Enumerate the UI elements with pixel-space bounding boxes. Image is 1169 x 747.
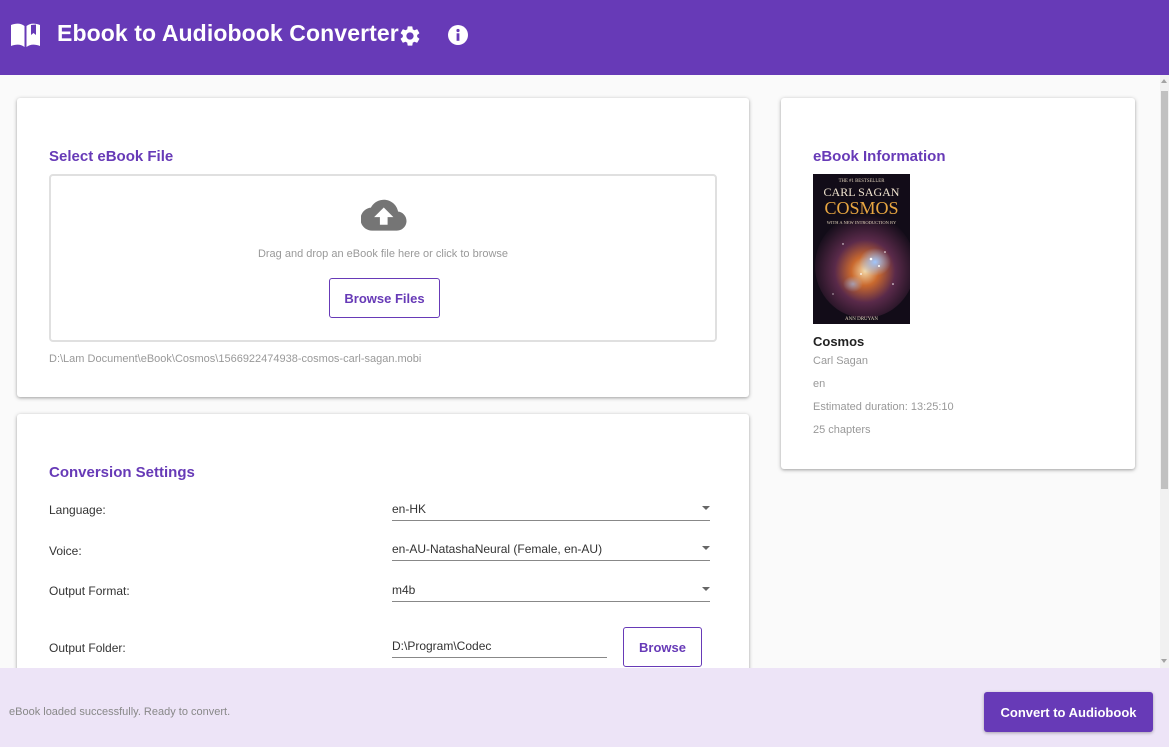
estimated-duration: Estimated duration: 13:25:10 bbox=[813, 401, 954, 413]
language-select[interactable]: en-HK bbox=[392, 497, 710, 521]
browse-folder-button[interactable]: Browse bbox=[623, 627, 702, 667]
cloud-upload-icon bbox=[361, 199, 407, 231]
chapter-count: 25 chapters bbox=[813, 424, 871, 436]
scrollbar-thumb[interactable] bbox=[1161, 91, 1168, 489]
select-ebook-card: Select eBook File Drag and drop an eBook… bbox=[17, 98, 749, 397]
scroll-up-icon[interactable] bbox=[1161, 79, 1167, 83]
convert-to-audiobook-button[interactable]: Convert to Audiobook bbox=[984, 692, 1153, 732]
select-ebook-title: Select eBook File bbox=[49, 148, 174, 165]
voice-value: en-AU-NatashaNeural (Female, en-AU) bbox=[392, 542, 603, 556]
file-dropzone[interactable]: Drag and drop an eBook file here or clic… bbox=[49, 174, 717, 342]
scroll-down-icon[interactable] bbox=[1161, 659, 1167, 663]
conversion-settings-card: Conversion Settings Language: en-HK Voic… bbox=[17, 414, 749, 668]
cover-author: CARL SAGAN bbox=[824, 185, 900, 199]
book-open-icon bbox=[11, 23, 40, 47]
app-bar: Ebook to Audiobook Converter bbox=[0, 0, 1169, 75]
cover-art: THE #1 BESTSELLER CARL SAGAN COSMOS WITH… bbox=[813, 174, 910, 324]
status-message: eBook loaded successfully. Ready to conv… bbox=[9, 706, 231, 718]
output-folder-label: Output Folder: bbox=[49, 641, 126, 655]
vertical-scrollbar[interactable] bbox=[1160, 75, 1169, 668]
chevron-down-icon bbox=[702, 587, 710, 591]
conversion-settings-title: Conversion Settings bbox=[49, 464, 195, 481]
voice-label: Voice: bbox=[49, 544, 82, 558]
language-label: Language: bbox=[49, 503, 106, 517]
output-format-value: m4b bbox=[392, 583, 416, 597]
ebook-information-card: eBook Information THE #1 BESTSELLER CARL… bbox=[781, 98, 1135, 469]
main-content: Select eBook File Drag and drop an eBook… bbox=[0, 75, 1169, 668]
output-folder-input[interactable] bbox=[392, 634, 607, 658]
app-title: Ebook to Audiobook Converter bbox=[57, 20, 399, 46]
output-format-select[interactable]: m4b bbox=[392, 578, 710, 602]
ebook-information-title: eBook Information bbox=[813, 148, 946, 165]
gear-icon[interactable] bbox=[398, 24, 422, 48]
voice-select[interactable]: en-AU-NatashaNeural (Female, en-AU) bbox=[392, 537, 710, 561]
cover-subtitle: WITH A NEW INTRODUCTION BY bbox=[827, 220, 897, 225]
chevron-down-icon bbox=[702, 546, 710, 550]
drop-instructions: Drag and drop an eBook file here or clic… bbox=[257, 248, 509, 260]
book-title: Cosmos bbox=[813, 334, 865, 349]
chevron-down-icon bbox=[702, 506, 710, 510]
language-value: en-HK bbox=[392, 502, 427, 516]
cover-bottom-text: ANN DRUYAN bbox=[845, 317, 878, 322]
cover-tagline: THE #1 BESTSELLER bbox=[839, 179, 886, 184]
info-icon[interactable] bbox=[447, 24, 469, 46]
browse-files-button[interactable]: Browse Files bbox=[329, 278, 440, 318]
output-format-label: Output Format: bbox=[49, 584, 130, 598]
book-language: en bbox=[813, 378, 826, 390]
selected-file-path: D:\Lam Document\eBook\Cosmos\15669224749… bbox=[49, 353, 422, 365]
book-author: Carl Sagan bbox=[813, 355, 869, 367]
footer-bar: eBook loaded successfully. Ready to conv… bbox=[0, 668, 1169, 747]
cover-title: COSMOS bbox=[824, 198, 898, 218]
book-cover-image: THE #1 BESTSELLER CARL SAGAN COSMOS WITH… bbox=[813, 174, 910, 324]
